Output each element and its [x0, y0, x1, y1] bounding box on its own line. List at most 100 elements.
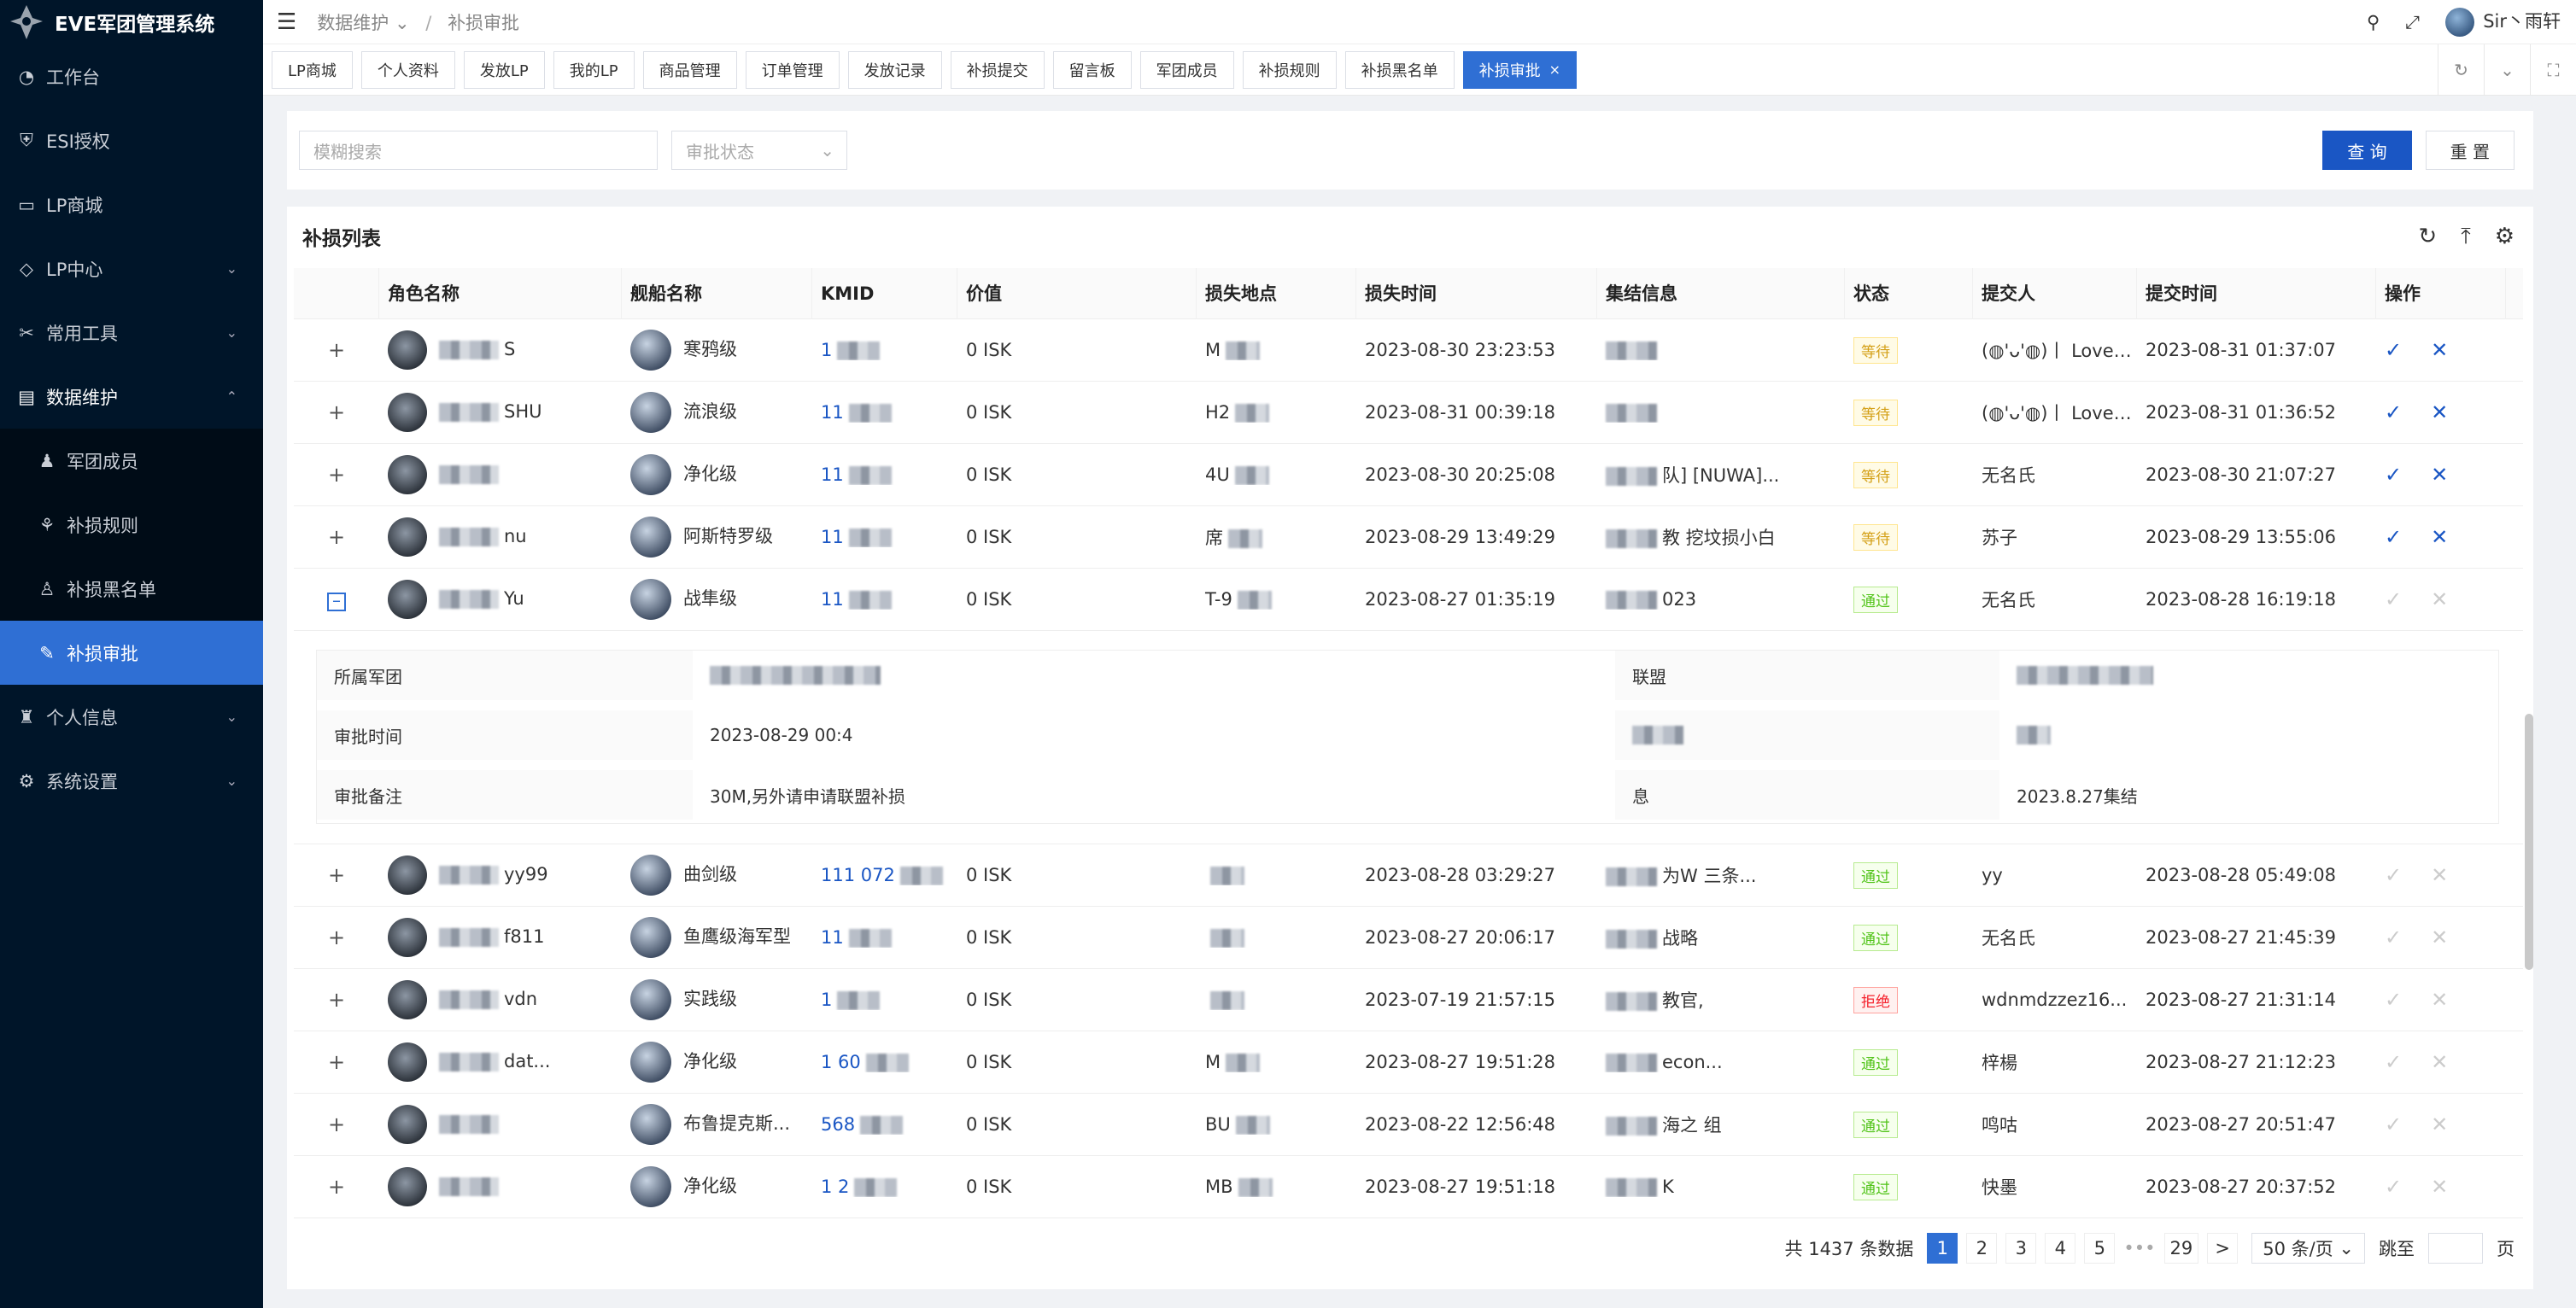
approve-icon[interactable]: ✓	[2385, 988, 2402, 1012]
expand-row-icon[interactable]: +	[294, 338, 379, 362]
kmid-link[interactable]: 11	[821, 589, 844, 610]
keyword-search-input[interactable]: 模糊搜索	[299, 131, 658, 170]
table-row[interactable]: – Yu 战隼级 11 0 ISK T-9 2023-08-27 01:35:19 023 通过…	[294, 569, 2523, 631]
sidebar-item-person[interactable]: ♜ 个人信息 ⌄	[0, 685, 263, 749]
approve-icon[interactable]: ✓	[2385, 926, 2402, 949]
kmid-link[interactable]: 1	[821, 990, 832, 1010]
query-button[interactable]: 查 询	[2322, 131, 2412, 170]
reject-icon[interactable]: ✕	[2431, 587, 2448, 611]
approve-icon[interactable]: ✓	[2385, 400, 2402, 424]
expand-row-icon[interactable]: +	[294, 1175, 379, 1199]
tab-item[interactable]: 我的LP	[553, 50, 635, 89]
maximize-icon[interactable]: ⛶	[2530, 44, 2576, 96]
user-menu[interactable]: Sir丶雨轩	[2445, 8, 2561, 37]
chevron-down-icon[interactable]: ⌄	[2484, 44, 2530, 96]
column-header[interactable]: 提交人	[1973, 267, 2137, 319]
kmid-link[interactable]: 11	[821, 464, 844, 485]
table-row[interactable]: + vdn 实践级 1 0 ISK 2023-07-19 21:57:15 教官, 拒绝 wdn…	[294, 969, 2523, 1031]
column-header[interactable]: 舰船名称	[622, 267, 812, 319]
sidebar-item-user[interactable]: ♟ 军团成员	[0, 429, 263, 493]
reject-icon[interactable]: ✕	[2431, 863, 2448, 887]
page-button[interactable]: 2	[1966, 1233, 1998, 1264]
next-page-button[interactable]: >	[2207, 1233, 2239, 1264]
kmid-link[interactable]: 111 072	[821, 865, 895, 885]
table-row[interactable]: + SHU 流浪级 11 0 ISK H2 2023-08-31 00:39:18 等待 (◍'…	[294, 382, 2523, 444]
column-header[interactable]: 角色名称	[379, 267, 622, 319]
column-header[interactable]: KMID	[812, 267, 957, 319]
page-button[interactable]: 1	[1927, 1233, 1958, 1264]
approve-icon[interactable]: ✓	[2385, 863, 2402, 887]
sidebar-item-doc[interactable]: ✎ 补损审批	[0, 621, 263, 685]
reject-icon[interactable]: ✕	[2431, 463, 2448, 487]
expand-row-icon[interactable]: +	[294, 1050, 379, 1074]
kmid-link[interactable]: 11	[821, 527, 844, 547]
column-header[interactable]: 价值	[957, 267, 1197, 319]
scrollbar[interactable]	[2525, 714, 2533, 970]
kmid-link[interactable]: 1 60	[821, 1052, 861, 1072]
expand-row-icon[interactable]: +	[294, 525, 379, 549]
kmid-link[interactable]: 11	[821, 927, 844, 948]
approve-icon[interactable]: ✓	[2385, 1175, 2402, 1199]
collapse-row-icon[interactable]: –	[294, 587, 379, 611]
reject-icon[interactable]: ✕	[2431, 1112, 2448, 1136]
reject-icon[interactable]: ✕	[2431, 926, 2448, 949]
sidebar-item-grid[interactable]: ▤ 数据维护 ⌃	[0, 365, 263, 429]
reset-button[interactable]: 重 置	[2425, 131, 2515, 170]
column-height-icon[interactable]: ⤒	[2461, 224, 2471, 250]
reject-icon[interactable]: ✕	[2431, 1050, 2448, 1074]
jump-input[interactable]	[2428, 1233, 2483, 1264]
approve-icon[interactable]: ✓	[2385, 525, 2402, 549]
refresh-tab-icon[interactable]: ↻	[2438, 44, 2484, 96]
tab-item[interactable]: 商品管理	[642, 50, 737, 89]
tab-item[interactable]: 个人资料	[360, 50, 455, 89]
sidebar-item-dashboard[interactable]: ◔ 工作台	[0, 44, 263, 108]
approve-icon[interactable]: ✓	[2385, 463, 2402, 487]
page-size-select[interactable]: 50 条/页 ⌄	[2251, 1233, 2365, 1264]
refresh-icon[interactable]: ↻	[2418, 224, 2437, 250]
table-row[interactable]: + 净化级 11 0 ISK 4U 2023-08-30 20:25:08 队] [NUWA…	[294, 444, 2523, 506]
sidebar-item-shop[interactable]: ▭ LP商城	[0, 172, 263, 236]
approve-icon[interactable]: ✓	[2385, 338, 2402, 362]
column-header[interactable]: 损失地点	[1197, 267, 1356, 319]
sidebar-item-tools[interactable]: ✂ 常用工具 ⌄	[0, 301, 263, 365]
expand-row-icon[interactable]: +	[294, 400, 379, 424]
tab-item[interactable]: 留言板	[1052, 50, 1132, 89]
reject-icon[interactable]: ✕	[2431, 1175, 2448, 1199]
expand-row-icon[interactable]: +	[294, 1112, 379, 1136]
kmid-link[interactable]: 11	[821, 402, 844, 423]
approve-icon[interactable]: ✓	[2385, 587, 2402, 611]
tab-item[interactable]: 补损审批 ×	[1462, 50, 1578, 89]
expand-row-icon[interactable]: +	[294, 463, 379, 487]
kmid-link[interactable]: 568	[821, 1114, 855, 1135]
sidebar-item-tag[interactable]: ◇ LP中心 ⌄	[0, 236, 263, 301]
table-row[interactable]: + 净化级 1 2 0 ISK MB 2023-08-27 19:51:18 K 通过 快墨 20…	[294, 1156, 2523, 1218]
fullscreen-icon[interactable]: ⤢	[2405, 12, 2420, 33]
expand-row-icon[interactable]: +	[294, 863, 379, 887]
status-select[interactable]: 审批状态 ⌄	[671, 131, 847, 170]
table-row[interactable]: + 布鲁提克斯... 568 0 ISK BU 2023-08-22 12:56:48 海之…	[294, 1094, 2523, 1156]
page-button[interactable]: 5	[2084, 1233, 2116, 1264]
breadcrumb-parent[interactable]: 数据维护	[317, 13, 389, 33]
approve-icon[interactable]: ✓	[2385, 1112, 2402, 1136]
tab-item[interactable]: 发放记录	[847, 50, 942, 89]
page-button[interactable]: 4	[2045, 1233, 2076, 1264]
settings-icon[interactable]: ⚙	[2495, 224, 2515, 250]
tab-item[interactable]: LP商城	[272, 50, 353, 89]
sidebar-item-shield[interactable]: ⛨ ESI授权	[0, 108, 263, 172]
reject-icon[interactable]: ✕	[2431, 400, 2448, 424]
column-header[interactable]: 集结信息	[1597, 267, 1845, 319]
expand-row-icon[interactable]: +	[294, 988, 379, 1012]
sidebar-item-gear[interactable]: ⚙ 系统设置 ⌄	[0, 749, 263, 813]
reject-icon[interactable]: ✕	[2431, 988, 2448, 1012]
expand-row-icon[interactable]: +	[294, 926, 379, 949]
page-button[interactable]: 3	[2005, 1233, 2037, 1264]
column-header[interactable]: 损失时间	[1356, 267, 1597, 319]
page-button-last[interactable]: 29	[2163, 1233, 2199, 1264]
search-icon[interactable]: ⚲	[2367, 12, 2380, 32]
close-icon[interactable]: ×	[1549, 61, 1560, 78]
tab-item[interactable]: 军团成员	[1139, 50, 1234, 89]
table-row[interactable]: + f811 鱼鹰级海军型 11 0 ISK 2023-08-27 20:06:17 战略 通…	[294, 907, 2523, 969]
table-row[interactable]: + S 寒鸦级 1 0 ISK M 2023-08-30 23:23:53 等待 (◍'ᴗ'◍)…	[294, 319, 2523, 382]
tab-item[interactable]: 补损规则	[1242, 50, 1337, 89]
sidebar-item-rule[interactable]: ⚘ 补损规则	[0, 493, 263, 557]
